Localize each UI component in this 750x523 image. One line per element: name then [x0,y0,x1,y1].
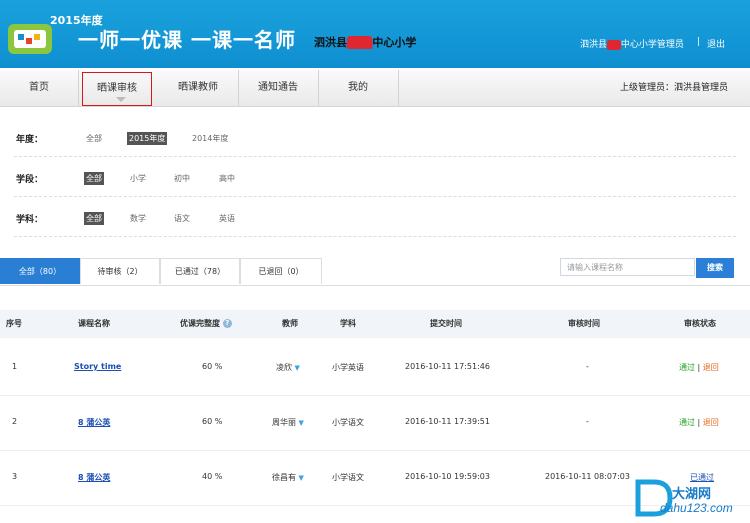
row-actions: 通过 | 退回 [679,417,719,428]
table-row: 2 8 蒲公英 60 % 周华丽 ▼ 小学语文 2016-10-11 17:39… [0,395,750,451]
filter-option-selected[interactable]: 全部 [84,212,104,225]
col-complete-label: 优课完整度 [180,319,220,328]
user-suffix: 中心小学管理员 [620,40,684,50]
filter-option[interactable]: 英语 [217,212,237,225]
nav-teachers[interactable]: 晒课教师 [158,70,239,106]
filter-row-stage: 学段： 全部 小学 初中 高中 [14,158,736,197]
watermark-brand: 大湖网 [672,486,711,501]
course-link[interactable]: Story time [74,362,121,371]
watermark: 大湖网 dahu123.com [632,476,750,520]
row-complete: 60 % [202,362,223,371]
filter-option[interactable]: 全部 [84,132,104,145]
row-no: 2 [12,417,18,426]
filter-icon[interactable]: ▼ [299,474,304,482]
school-name: 泗洪县▆▆▆中心小学 [314,34,416,50]
row-teacher: 周华丽 ▼ [272,417,304,428]
row-teacher: 徐昌有 ▼ [272,472,304,483]
filter-option[interactable]: 小学 [128,172,148,185]
filter-label: 学科： [16,215,44,225]
table-header: 序号 课程名称 优课完整度 ? 教师 学科 提交时间 审核时间 审核状态 [0,310,750,338]
col-subject: 学科 [340,319,356,328]
search-button[interactable]: 搜索 [696,258,734,278]
teacher-name: 凌欣 [276,363,292,372]
row-subject: 小学英语 [332,363,364,372]
tab-all[interactable]: 全部（80） [0,258,80,284]
col-complete: 优课完整度 ? [180,310,232,338]
header-banner: 2015年度 一师一优课 一课一名师 泗洪县▆▆▆中心小学 泗洪县▆▆中心小学管… [0,0,750,68]
teacher-name: 周华丽 [272,418,296,427]
row-subject: 小学语文 [332,418,364,427]
col-status: 审核状态 [684,319,716,328]
tab-approved[interactable]: 已通过（78） [160,258,240,284]
filter-option-selected[interactable]: 全部 [84,172,104,185]
row-no: 3 [12,472,18,481]
filter-option[interactable]: 2014年度 [190,132,230,145]
col-course: 课程名称 [78,319,110,328]
superior-admin: 上级管理员：泗洪县管理员 [619,83,728,93]
help-icon[interactable]: ? [222,319,232,328]
filter-icon[interactable]: ▼ [299,419,304,427]
row-complete: 60 % [202,417,223,426]
col-no: 序号 [6,319,22,328]
nav-mine[interactable]: 我的 [318,70,399,106]
header-separator: | [697,37,701,47]
row-reviewed: 2016-10-11 08:07:03 [545,472,630,481]
watermark-logo-icon: 大湖网 dahu123.com [635,479,733,517]
filter-row-year: 年度： 全部 2015年度 2014年度 [14,118,736,157]
filter-option[interactable]: 初中 [172,172,192,185]
row-complete: 40 % [202,472,223,481]
row-subject: 小学语文 [332,473,364,482]
nav-notices[interactable]: 通知通告 [238,70,319,106]
redacted-mark: ▆▆ [607,40,621,50]
search-input[interactable]: 请输入课程名称 [560,258,695,276]
tab-pending[interactable]: 待审核（2） [80,258,160,284]
tab-returned[interactable]: 已退回（0） [240,258,322,284]
filter-option[interactable]: 数学 [128,212,148,225]
approve-link[interactable]: 通过 [679,363,695,372]
table-row: 1 Story time 60 % 凌欣 ▼ 小学英语 2016-10-11 1… [0,340,750,396]
teacher-name: 徐昌有 [272,473,296,482]
row-reviewed: - [586,362,589,371]
reject-link[interactable]: 退回 [703,363,719,372]
filter-label: 学段： [16,175,44,185]
row-teacher: 凌欣 ▼ [276,362,300,373]
action-separator: | [697,418,701,427]
watermark-url: dahu123.com [660,501,733,515]
redacted-mark: ▆▆▆ [347,36,373,49]
filter-option-selected[interactable]: 2015年度 [127,132,168,145]
col-teacher: 教师 [282,319,298,328]
row-submitted: 2016-10-11 17:39:51 [405,417,490,426]
row-reviewed: - [586,417,589,426]
logout-link[interactable]: 退出 [707,37,725,50]
col-submitted: 提交时间 [430,319,462,328]
nav-home[interactable]: 首页 [0,70,79,106]
filter-row-subject: 学科： 全部 数学 语文 英语 [14,198,736,237]
user-name[interactable]: 泗洪县▆▆中心小学管理员 [580,37,684,50]
approve-link[interactable]: 通过 [679,418,695,427]
row-actions: 通过 | 退回 [679,362,719,373]
slogan: 一师一优课 一课一名师 [78,28,296,52]
caret-down-icon [116,97,126,102]
school-prefix: 泗洪县 [314,36,347,49]
filter-option[interactable]: 语文 [172,212,192,225]
filter-option[interactable]: 高中 [217,172,237,185]
user-prefix: 泗洪县 [580,40,608,50]
school-suffix: 中心小学 [372,36,417,49]
action-separator: | [697,363,701,372]
reject-link[interactable]: 退回 [703,418,719,427]
filter-icon[interactable]: ▼ [295,364,300,372]
row-submitted: 2016-10-11 17:51:46 [405,362,490,371]
filter-label: 年度： [16,135,44,145]
course-link[interactable]: 8 蒲公英 [78,472,110,483]
col-reviewed: 审核时间 [568,319,600,328]
row-no: 1 [12,362,18,371]
course-link[interactable]: 8 蒲公英 [78,417,110,428]
row-submitted: 2016-10-10 19:59:03 [405,472,490,481]
